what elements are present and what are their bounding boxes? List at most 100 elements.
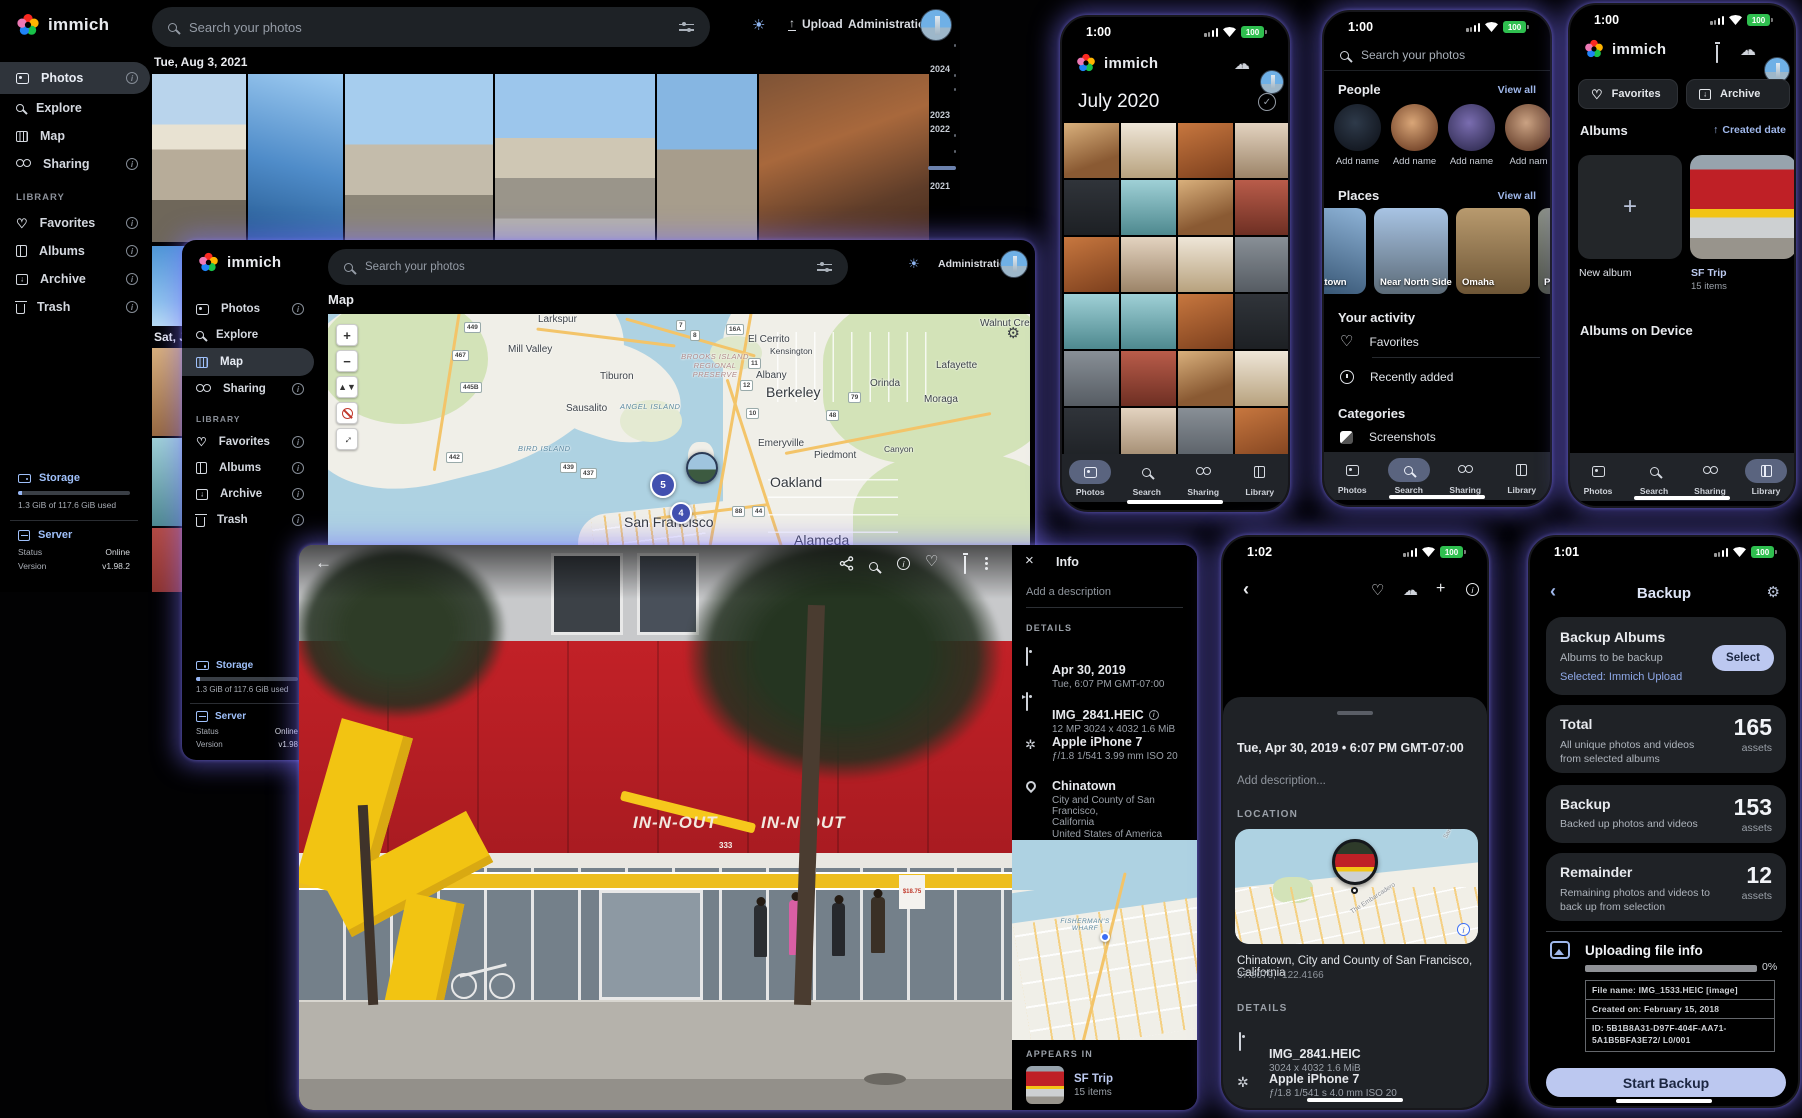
place-card[interactable]: Chinatown bbox=[1324, 208, 1366, 294]
nav-library[interactable]: Library bbox=[1501, 458, 1543, 495]
map-settings-gear-icon[interactable]: ⚙ bbox=[1007, 324, 1020, 342]
timeline-scrubber[interactable]: 2024 2023 2022 2021 bbox=[920, 30, 960, 230]
scrubber-handle[interactable] bbox=[928, 166, 956, 170]
info-map[interactable]: FISHERMAN'S WHARF bbox=[1012, 840, 1197, 1040]
info-icon[interactable]: i bbox=[897, 557, 910, 570]
new-album-tile[interactable]: + bbox=[1578, 155, 1682, 259]
nav-sharing[interactable]: Sharing bbox=[1182, 460, 1224, 497]
sheet-drag-handle[interactable] bbox=[1337, 711, 1373, 715]
start-backup-button[interactable]: Start Backup bbox=[1546, 1068, 1786, 1097]
settings-gear-icon[interactable]: ⚙ bbox=[1767, 583, 1780, 601]
sidebar-item-albums[interactable]: Albumsi bbox=[0, 237, 150, 265]
photo-map-marker[interactable] bbox=[1332, 839, 1378, 885]
back-chevron-icon[interactable]: ‹ bbox=[1243, 579, 1249, 600]
favorites-button[interactable]: ♡Favorites bbox=[1578, 79, 1678, 109]
home-indicator[interactable] bbox=[1634, 496, 1730, 501]
favorite-heart-icon[interactable]: ♡ bbox=[925, 552, 938, 570]
share-icon[interactable] bbox=[839, 556, 854, 571]
description-input[interactable]: Add a description bbox=[1026, 586, 1111, 598]
immich-logo[interactable]: immich bbox=[16, 13, 109, 37]
photo-grid[interactable] bbox=[1064, 123, 1290, 454]
zoom-out-button[interactable]: − bbox=[336, 350, 358, 372]
appears-in-album[interactable]: SF Trip15 items bbox=[1026, 1066, 1187, 1104]
select-all-icon[interactable]: ✓ bbox=[1258, 93, 1276, 111]
filter-icon[interactable] bbox=[817, 262, 832, 273]
nav-library[interactable]: Library bbox=[1745, 459, 1787, 496]
nav-search[interactable]: Search bbox=[1126, 460, 1168, 497]
place-card[interactable]: Omaha bbox=[1456, 208, 1530, 294]
filter-icon[interactable] bbox=[679, 22, 694, 33]
sidebar-item-photos[interactable]: Photosi bbox=[182, 296, 314, 322]
nav-sharing[interactable]: Sharing bbox=[1444, 458, 1486, 495]
sidebar-item-explore[interactable]: Explore bbox=[182, 322, 314, 348]
delete-icon[interactable] bbox=[964, 556, 966, 574]
recently-added-row[interactable]: Recently added bbox=[1340, 370, 1453, 384]
zoom-in-button[interactable]: + bbox=[336, 324, 358, 346]
layer-toggle-button[interactable] bbox=[336, 402, 358, 424]
sidebar-item-favorites[interactable]: ♡Favoritesi bbox=[182, 429, 314, 455]
photo-thumbnail[interactable] bbox=[759, 74, 929, 242]
add-icon[interactable]: + bbox=[1436, 580, 1445, 598]
theme-toggle-icon[interactable]: ☀ bbox=[752, 16, 765, 34]
back-arrow-icon[interactable]: ← bbox=[315, 553, 332, 573]
photo-thumbnail[interactable] bbox=[345, 74, 493, 242]
places-view-all[interactable]: View all bbox=[1498, 190, 1536, 202]
theme-toggle-icon[interactable]: ☀ bbox=[908, 256, 920, 272]
sidebar-item-archive[interactable]: Archivei bbox=[182, 481, 314, 507]
sidebar-item-sharing[interactable]: Sharingi bbox=[182, 376, 314, 402]
people-view-all[interactable]: View all bbox=[1498, 84, 1536, 96]
nav-search[interactable]: Search bbox=[1388, 458, 1430, 495]
file-info-icon[interactable]: i bbox=[1149, 710, 1159, 720]
description-input[interactable]: Add description... bbox=[1237, 775, 1326, 787]
album-tile-sf-trip[interactable] bbox=[1690, 155, 1796, 259]
sidebar-item-trash[interactable]: Trashi bbox=[182, 507, 314, 533]
user-avatar[interactable] bbox=[1000, 250, 1028, 278]
nav-library[interactable]: Library bbox=[1239, 460, 1281, 497]
upload-cloud-icon[interactable]: ☁ bbox=[1403, 582, 1418, 599]
sidebar-item-photos[interactable]: Photosi bbox=[0, 62, 150, 94]
archive-button[interactable]: Archive bbox=[1686, 79, 1790, 109]
sidebar-item-sharing[interactable]: Sharingi bbox=[0, 150, 150, 178]
home-indicator[interactable] bbox=[1307, 1098, 1403, 1103]
search-input[interactable]: Search your photos bbox=[328, 249, 848, 285]
sidebar-item-favorites[interactable]: ♡Favoritesi bbox=[0, 209, 150, 237]
map-cluster-marker[interactable]: 4 bbox=[670, 502, 692, 524]
favorites-row[interactable]: ♡Favorites bbox=[1340, 334, 1419, 349]
nav-photos[interactable]: Photos bbox=[1577, 459, 1619, 496]
map-photo-marker[interactable] bbox=[686, 452, 718, 484]
map-attribution-icon[interactable]: i bbox=[1457, 923, 1470, 936]
fullscreen-button[interactable]: ↔ bbox=[336, 428, 358, 450]
sidebar-item-map[interactable]: Map bbox=[182, 348, 314, 376]
photo-thumbnail[interactable] bbox=[495, 74, 655, 242]
compass-button[interactable]: ▲▼ bbox=[336, 376, 358, 398]
map-cluster-marker[interactable]: 5 bbox=[650, 472, 676, 498]
people-row[interactable]: Add name Add name Add name Add nam bbox=[1334, 104, 1552, 167]
close-icon[interactable]: × bbox=[1025, 552, 1034, 569]
screenshots-row[interactable]: Screenshots bbox=[1340, 430, 1436, 444]
photo-thumbnail[interactable] bbox=[248, 74, 343, 242]
zoom-icon[interactable] bbox=[869, 562, 878, 571]
photo-thumbnail[interactable] bbox=[152, 74, 246, 242]
places-row[interactable]: Chinatown Near North Side Omaha Pi bbox=[1324, 208, 1552, 300]
user-avatar[interactable] bbox=[1260, 70, 1284, 94]
nav-sharing[interactable]: Sharing bbox=[1689, 459, 1731, 496]
sidebar-item-trash[interactable]: Trashi bbox=[0, 293, 150, 321]
person-face[interactable] bbox=[1391, 104, 1438, 151]
sort-button[interactable]: ↑Created date bbox=[1713, 124, 1786, 136]
place-card[interactable]: Near North Side bbox=[1374, 208, 1448, 294]
select-button[interactable]: Select bbox=[1712, 645, 1774, 671]
favorite-heart-icon[interactable]: ♡ bbox=[1371, 581, 1384, 599]
place-card[interactable]: Pi bbox=[1538, 208, 1552, 294]
nav-search[interactable]: Search bbox=[1633, 459, 1675, 496]
person-face[interactable] bbox=[1448, 104, 1495, 151]
search-input[interactable]: Search your photos bbox=[152, 7, 710, 47]
sidebar-item-map[interactable]: Map bbox=[0, 122, 150, 150]
person-face[interactable] bbox=[1334, 104, 1381, 151]
trash-icon[interactable] bbox=[1716, 45, 1718, 63]
immich-logo[interactable]: immich bbox=[198, 252, 281, 273]
nav-photos[interactable]: Photos bbox=[1069, 460, 1111, 497]
photo-thumbnail[interactable] bbox=[657, 74, 757, 242]
home-indicator[interactable] bbox=[1127, 500, 1223, 505]
upload-button[interactable]: ↑ Upload bbox=[788, 17, 843, 31]
sidebar-item-explore[interactable]: Explore bbox=[0, 94, 150, 122]
